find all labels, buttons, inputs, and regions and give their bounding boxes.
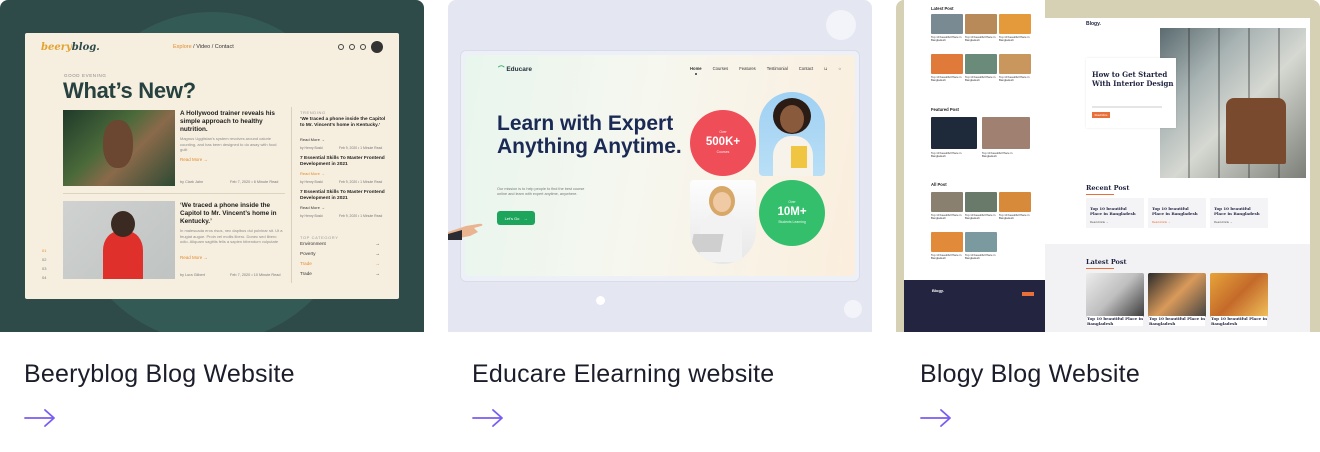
tile-caption: Top 10 beautiful Place in Bangladesh xyxy=(931,213,962,221)
section-label: All Post xyxy=(931,182,947,187)
card-title[interactable]: Educare Elearning website xyxy=(472,360,774,389)
trend-author: by Henry Boski xyxy=(300,146,323,150)
hero-subtext: Our mission is to help people to find th… xyxy=(497,187,585,196)
arrow-right-icon[interactable] xyxy=(24,408,56,428)
arrow-right-icon[interactable] xyxy=(920,408,952,428)
tile-caption: Top 10 beautiful Place in Bangladesh xyxy=(931,253,962,261)
trend-date: Feb 9, 2020 • 1 Minute Read xyxy=(339,180,383,184)
bookmark-icon xyxy=(349,44,355,50)
category-item: Environment → xyxy=(300,241,380,246)
category-item: Poverty → xyxy=(300,251,380,256)
tile-caption: Top 10 beautiful Place in Bangladesh xyxy=(965,253,996,261)
tile-caption: Top 10 beautiful Place in Bangladesh xyxy=(999,75,1030,83)
trend-author: by Henry Boski xyxy=(300,180,323,184)
courses-stat-badge: Over 500K+ Courses xyxy=(690,110,756,176)
post2-author: by Lura Gilbert xyxy=(180,273,205,277)
post1-excerpt: Magnus Ugglistan's system revolves aroun… xyxy=(180,136,277,152)
tile-caption: Top 10 beautiful Place in Bangladesh xyxy=(931,75,962,83)
decorative-dot xyxy=(844,300,862,318)
trend-item-title: 7 Essential Skills To Master Frontend De… xyxy=(300,190,385,201)
trending-label: TRENDING xyxy=(300,110,326,115)
trend-read-more: Read More → xyxy=(300,137,325,142)
post2-title: ‘We traced a phone inside the Capitol to… xyxy=(180,202,277,225)
sidebar-divider xyxy=(291,107,292,283)
tile-caption: Top 10 beautiful Place in Bangladesh xyxy=(999,35,1030,43)
trend-read-more: Read More → xyxy=(300,171,325,176)
project-card-beeryblog[interactable]: beeryblog. Explore / Video / Contact GOO… xyxy=(0,0,424,452)
cart-icon: ⊔ xyxy=(824,66,828,71)
latest-post-title: Top 10 beautiful Place in Bangladesh xyxy=(1211,316,1268,326)
latest-post-title: Top 10 beautiful Place in Bangladesh xyxy=(1149,316,1206,326)
category-item: Trade → xyxy=(300,271,380,276)
blogy-footer: Blogy. xyxy=(904,280,1045,332)
chair-illustration xyxy=(1226,98,1286,164)
latest-post-title: Top 10 beautiful Place in Bangladesh xyxy=(1087,316,1144,326)
pagination: 01 02 03 04 xyxy=(42,248,47,280)
tile-caption: Top 10 beautiful Place in Bangladesh xyxy=(965,75,996,83)
trend-item-title: ‘We traced a phone inside the Capitol to… xyxy=(300,117,386,128)
post1-title: A Hollywood trainer reveals his simple a… xyxy=(180,110,275,133)
trend-read-more: Read More → xyxy=(300,205,325,210)
section-label: Featured Post xyxy=(931,107,959,112)
trend-date: Feb 9, 2020 • 1 Minute Read xyxy=(339,214,383,218)
post2-image xyxy=(63,201,175,279)
hero-button: Let’s Go → xyxy=(497,211,535,225)
post1-author: by Clark Jahn xyxy=(180,180,204,184)
educare-preview-image[interactable]: ⌒ Educare Home Courses Features Testimon… xyxy=(448,0,872,332)
category-item: Trade → xyxy=(300,261,380,266)
educare-logo: ⌒ Educare xyxy=(498,66,532,73)
project-card-blogy[interactable]: Latest Post Top 10 beautiful Place in Ba… xyxy=(896,0,1320,452)
beeryblog-page-mockup: beeryblog. Explore / Video / Contact GOO… xyxy=(25,33,399,299)
beeryblog-nav: Explore / Video / Contact xyxy=(173,44,234,50)
bell-icon xyxy=(360,44,366,50)
post1-date: Feb 7, 2020 • 6 Minute Read xyxy=(230,180,279,184)
post2-read-more: Read More → xyxy=(180,255,209,260)
hero-card: How to Get Started With Interior Design … xyxy=(1086,58,1176,128)
students-stat-badge: Over 10M+ Students Learning xyxy=(759,180,825,246)
pointing-hand-icon xyxy=(448,223,483,240)
blogy-preview-image[interactable]: Latest Post Top 10 beautiful Place in Ba… xyxy=(896,0,1320,332)
page-heading: What’s New? xyxy=(63,78,196,103)
avatar xyxy=(371,41,383,53)
card-title[interactable]: Blogy Blog Website xyxy=(920,360,1140,389)
post1-image xyxy=(63,110,175,186)
card-title[interactable]: Beeryblog Blog Website xyxy=(24,360,295,389)
tile-caption: Top 10 beautiful Place in Bangladesh xyxy=(965,213,996,221)
user-icon: ○ xyxy=(838,66,841,71)
beeryblog-preview-image[interactable]: beeryblog. Explore / Video / Contact GOO… xyxy=(0,0,424,332)
latest-post-heading: Latest Post xyxy=(1086,258,1127,269)
tile-caption: Top 10 beautiful Place in Bangladesh xyxy=(931,35,962,43)
student-photo xyxy=(759,92,825,176)
section-label: Latest Post xyxy=(931,6,954,11)
search-icon xyxy=(338,44,344,50)
beeryblog-logo: beeryblog. xyxy=(41,42,100,53)
hero-read-more: Read More xyxy=(1092,112,1110,118)
post2-date: Feb 7, 2020 • 10 Minute Read xyxy=(230,273,281,277)
hero-heading: Learn with Expert Anything Anytime. xyxy=(497,112,682,158)
decorative-dot xyxy=(596,296,605,305)
decorative-dot xyxy=(826,10,856,40)
educare-nav: Home Courses Features Testimonial Contac… xyxy=(690,66,841,75)
divider xyxy=(63,193,285,194)
post2-excerpt: In malesuada eros risus, nec dapibus dui… xyxy=(180,228,283,244)
post1-read-more: Read More → xyxy=(180,157,209,162)
tile-caption: Top 10 beautiful Place in Bangladesh xyxy=(982,151,1013,159)
trend-date: Feb 9, 2020 • 1 Minute Read xyxy=(339,146,383,150)
trend-author: by Henry Boski xyxy=(300,214,323,218)
tile-caption: Top 10 beautiful Place in Bangladesh xyxy=(999,213,1030,221)
tile-caption: Top 10 beautiful Place in Bangladesh xyxy=(931,151,962,159)
tile-caption: Top 10 beautiful Place in Bangladesh xyxy=(965,35,996,43)
trend-item-title: 7 Essential Skills To Master Frontend De… xyxy=(300,156,385,167)
student-photo xyxy=(690,180,756,264)
arrow-right-icon[interactable] xyxy=(472,408,504,428)
blogy-logo: Blogy. xyxy=(1086,21,1101,27)
top-category-label: TOP CATEGORY xyxy=(300,235,339,240)
recent-post-heading: Recent Post xyxy=(1086,184,1129,195)
project-card-educare[interactable]: ⌒ Educare Home Courses Features Testimon… xyxy=(448,0,872,452)
beeryblog-header-icons xyxy=(338,41,383,53)
hero-title: How to Get Started With Interior Design xyxy=(1092,70,1174,88)
